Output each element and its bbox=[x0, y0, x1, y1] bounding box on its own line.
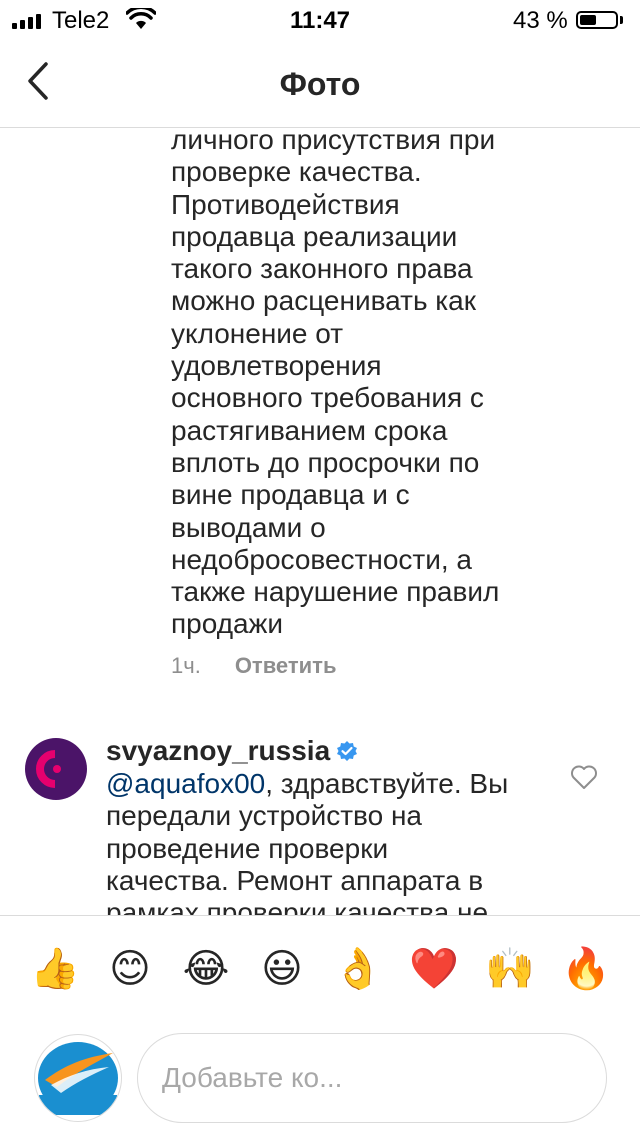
fire-emoji[interactable]: 🔥 bbox=[561, 944, 611, 994]
comment-text-continued: передали устройство на проведение провер… bbox=[106, 800, 489, 915]
thumbs-up-emoji[interactable]: 👍 bbox=[30, 944, 80, 994]
like-button[interactable] bbox=[570, 764, 598, 790]
reply-button[interactable]: Ответить bbox=[235, 653, 337, 678]
battery-percentage: 43 % bbox=[513, 7, 568, 34]
comment-text: , здравствуйте. Вы bbox=[265, 768, 509, 799]
svyaznoy-logo bbox=[36, 750, 61, 788]
emoji-quick-bar: 👍 😊 😂 😃 👌 ❤️ 🙌 🔥 bbox=[0, 915, 640, 1025]
raising-hands-emoji[interactable]: 🙌 bbox=[485, 944, 535, 994]
comment-input[interactable] bbox=[137, 1033, 607, 1123]
comments-list[interactable]: личного присутствия при проверке качеств… bbox=[0, 128, 640, 915]
smiling-face-emoji[interactable]: 😊 bbox=[105, 944, 155, 994]
tears-of-joy-emoji[interactable]: 😂 bbox=[181, 944, 231, 994]
status-bar: Tele2 11:47 43 % bbox=[0, 0, 640, 40]
comment-body: личного присутствия при проверке качеств… bbox=[171, 128, 611, 641]
verified-badge-icon bbox=[337, 741, 358, 761]
comment-username[interactable]: svyaznoy_russia bbox=[106, 734, 330, 768]
comment-text: личного присутствия при проверке качеств… bbox=[171, 128, 500, 640]
avatar[interactable] bbox=[25, 738, 87, 800]
page-title: Фото bbox=[279, 66, 361, 102]
comment-timestamp: 1ч. bbox=[171, 653, 201, 678]
current-user-avatar bbox=[34, 1034, 122, 1122]
heart-outline-icon bbox=[571, 765, 597, 789]
comment-meta: 1ч. Ответить bbox=[171, 653, 336, 679]
ok-hand-emoji[interactable]: 👌 bbox=[333, 944, 383, 994]
grinning-face-emoji[interactable]: 😃 bbox=[257, 944, 307, 994]
mention-link[interactable]: @aquafox00 bbox=[106, 768, 265, 799]
battery-icon bbox=[576, 11, 618, 29]
navigation-bar: Фото bbox=[0, 40, 640, 128]
comment-item: svyaznoy_russia @aquafox00, здравствуйте… bbox=[106, 734, 526, 915]
red-heart-emoji[interactable]: ❤️ bbox=[409, 944, 459, 994]
aqua-fox-logo bbox=[38, 1042, 118, 1115]
